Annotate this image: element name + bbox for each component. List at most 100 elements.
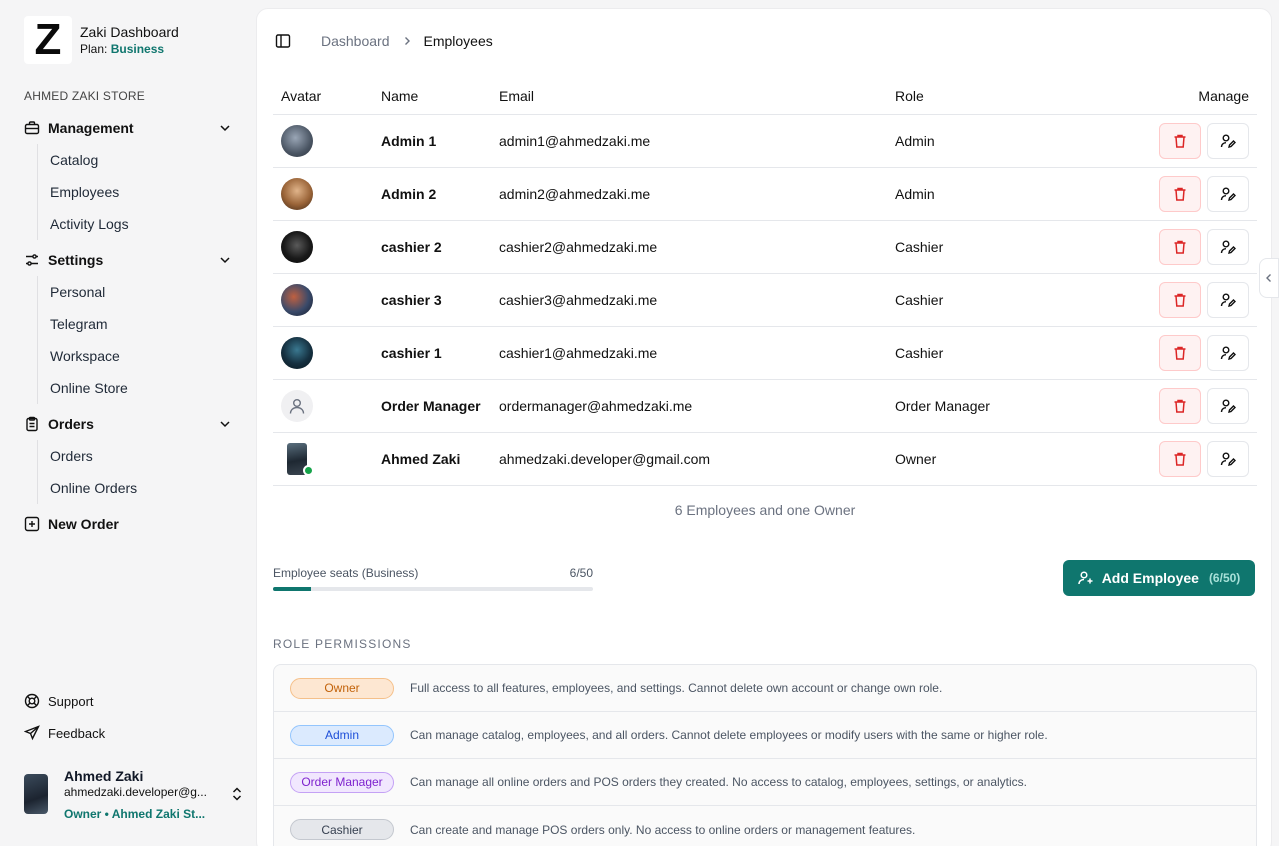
trash-icon (1174, 399, 1186, 413)
feedback-link[interactable]: Feedback (24, 725, 105, 741)
delete-button[interactable] (1159, 281, 1201, 318)
trash-icon (1174, 293, 1186, 307)
user-pen-icon (1220, 452, 1236, 466)
seats-progress-fill (273, 587, 312, 591)
edit-role-button[interactable] (1207, 440, 1249, 477)
edit-role-button[interactable] (1207, 387, 1249, 424)
employee-name: Ahmed Zaki (373, 432, 491, 486)
plus-square-icon (24, 516, 40, 532)
nav-group-label: Orders (48, 416, 94, 432)
delete-button[interactable] (1159, 334, 1201, 371)
clipboard-icon (24, 416, 40, 432)
lifebuoy-icon (24, 693, 40, 709)
support-link[interactable]: Support (24, 693, 94, 709)
delete-button[interactable] (1159, 440, 1201, 477)
permission-row: Owner Full access to all features, emplo… (274, 665, 1256, 712)
chevron-left-icon (1266, 274, 1271, 282)
send-icon (24, 725, 40, 741)
edit-role-button[interactable] (1207, 281, 1249, 318)
sidebar-item-personal[interactable]: Personal (38, 276, 237, 308)
column-header-email: Email (491, 79, 887, 115)
trash-icon (1174, 240, 1186, 254)
role-badge-admin: Admin (290, 724, 394, 746)
employee-role: Order Manager (887, 379, 1087, 433)
collapse-panel-button[interactable] (1259, 258, 1279, 298)
main-panel: Dashboard Employees Avatar Name Email Ro… (256, 8, 1272, 846)
employee-email: ahmedzaki.developer@gmail.com (491, 432, 887, 486)
permission-row: Cashier Can create and manage POS orders… (274, 806, 1256, 846)
settings-submenu: Personal Telegram Workspace Online Store (37, 276, 237, 404)
table-row: cashier 3 cashier3@ahmedzaki.me Cashier (273, 273, 1257, 327)
sidebar-toggle-icon[interactable] (275, 33, 291, 49)
plan-label: Plan: (80, 42, 108, 56)
avatar (281, 230, 313, 263)
sidebar-item-catalog[interactable]: Catalog (38, 144, 237, 176)
employee-email: cashier3@ahmedzaki.me (491, 273, 887, 327)
breadcrumb-dashboard[interactable]: Dashboard (321, 33, 390, 49)
support-label: Support (48, 693, 94, 709)
employee-role: Cashier (887, 273, 1087, 327)
sidebar-item-online-store[interactable]: Online Store (38, 372, 237, 404)
user-pen-icon (1220, 346, 1236, 360)
user-email: ahmedzaki.developer@g... (64, 784, 207, 799)
briefcase-icon (24, 120, 40, 136)
sidebar-item-employees[interactable]: Employees (38, 176, 237, 208)
role-badge-owner: Owner (290, 677, 394, 699)
delete-button[interactable] (1159, 228, 1201, 265)
employee-summary: 6 Employees and one Owner (674, 502, 856, 518)
avatar (281, 177, 313, 210)
table-row: Admin 2 admin2@ahmedzaki.me Admin (273, 167, 1257, 221)
employee-name: cashier 1 (373, 326, 491, 380)
delete-button[interactable] (1159, 175, 1201, 212)
avatar (24, 774, 48, 814)
delete-button[interactable] (1159, 387, 1201, 424)
trash-icon (1174, 346, 1186, 360)
edit-role-button[interactable] (1207, 228, 1249, 265)
nav-new-order[interactable]: New Order (24, 512, 238, 536)
trash-icon (1174, 134, 1186, 148)
edit-role-button[interactable] (1207, 175, 1249, 212)
brand-title: Zaki Dashboard (80, 24, 179, 40)
table-row: Admin 1 admin1@ahmedzaki.me Admin (273, 114, 1257, 168)
employee-email: ordermanager@ahmedzaki.me (491, 379, 887, 433)
brand[interactable]: Z Zaki Dashboard Plan: Business (24, 15, 179, 64)
user-pen-icon (1220, 293, 1236, 307)
nav-group-management[interactable]: Management (24, 116, 238, 140)
avatar (281, 283, 313, 316)
edit-role-button[interactable] (1207, 334, 1249, 371)
seats-progress-bar (273, 587, 593, 591)
user-icon (289, 398, 305, 414)
feedback-label: Feedback (48, 725, 106, 741)
employee-role: Cashier (887, 220, 1087, 274)
nav-group-settings[interactable]: Settings (24, 248, 238, 272)
user-menu[interactable]: Ahmed Zaki ahmedzaki.developer@g... Owne… (24, 764, 244, 824)
trash-icon (1174, 452, 1186, 466)
nav-group-orders[interactable]: Orders (24, 412, 238, 436)
store-label: AHMED ZAKI STORE (24, 89, 145, 103)
chevron-down-icon (220, 421, 230, 428)
sidebar-item-telegram[interactable]: Telegram (38, 308, 237, 340)
employee-email: admin2@ahmedzaki.me (491, 167, 887, 221)
add-employee-button[interactable]: Add Employee (6/50) (1063, 560, 1255, 596)
chevron-down-icon (220, 257, 230, 264)
trash-icon (1174, 187, 1186, 201)
nav-new-order-label: New Order (48, 516, 119, 532)
nav-group-label: Management (48, 120, 134, 136)
edit-role-button[interactable] (1207, 122, 1249, 159)
sidebar-item-online-orders[interactable]: Online Orders (38, 472, 237, 504)
sidebar-item-orders[interactable]: Orders (38, 440, 237, 472)
delete-button[interactable] (1159, 122, 1201, 159)
employee-name: cashier 3 (373, 273, 491, 327)
role-badge-order-manager: Order Manager (290, 771, 394, 793)
sidebar-item-activity-logs[interactable]: Activity Logs (38, 208, 237, 240)
employee-role: Owner (887, 432, 1087, 486)
permission-description: Can manage all online orders and POS ord… (410, 775, 1027, 789)
sidebar-item-workspace[interactable]: Workspace (38, 340, 237, 372)
employee-name: Admin 2 (373, 167, 491, 221)
management-submenu: Catalog Employees Activity Logs (37, 144, 237, 240)
seats-count: 6/50 (569, 566, 593, 580)
table-row: cashier 1 cashier1@ahmedzaki.me Cashier (273, 326, 1257, 380)
online-status-dot (303, 464, 314, 476)
employee-email: cashier1@ahmedzaki.me (491, 326, 887, 380)
employee-email: admin1@ahmedzaki.me (491, 114, 887, 168)
